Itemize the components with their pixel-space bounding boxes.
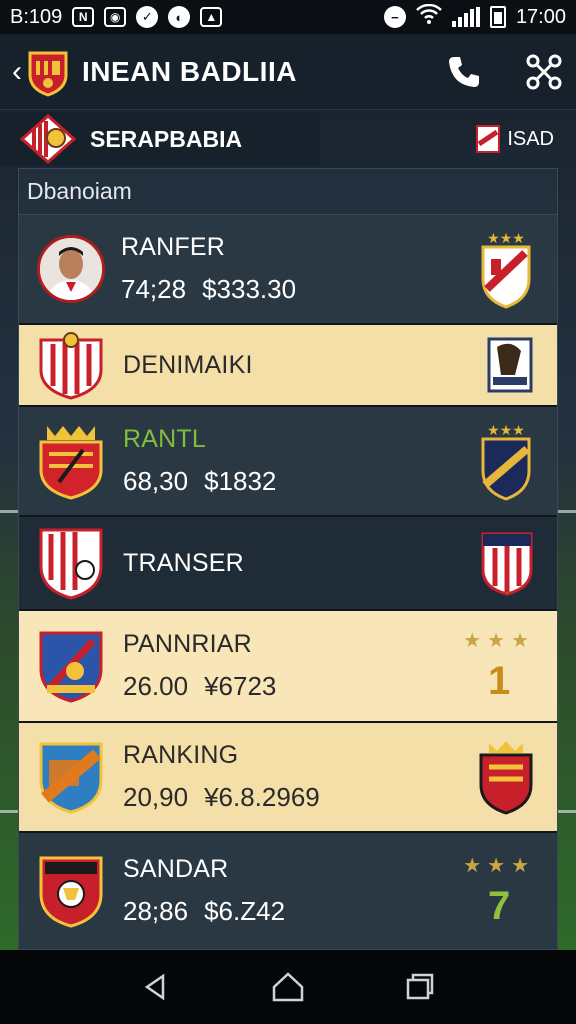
notification-icon: N xyxy=(72,7,95,27)
team-crest-icon xyxy=(39,528,103,600)
team-crest-icon xyxy=(39,631,103,703)
team-crest-icon xyxy=(481,532,533,596)
list-item[interactable]: RANTL 68,30 $1832 ★★★ xyxy=(19,407,557,517)
row-name: RANKING xyxy=(123,741,239,769)
team-crest-icon xyxy=(39,332,103,400)
panel-heading: Dbanoiam xyxy=(19,169,557,215)
cell-signal-icon xyxy=(451,7,480,27)
share-icon xyxy=(526,54,562,89)
back-arrow-icon[interactable]: ‹ xyxy=(12,56,22,87)
row-stat-value: ¥6723 xyxy=(204,671,277,701)
nav-back-button[interactable] xyxy=(136,967,176,1007)
social-notification-icon: ◐ xyxy=(168,6,191,28)
wifi-icon xyxy=(416,3,442,30)
app-notification-icon: ◉ xyxy=(104,7,127,27)
row-name: DENIMAIKI xyxy=(123,350,253,379)
list-item[interactable]: RANFER 74;28 $333.30 ★★★ xyxy=(19,215,557,325)
team-crest-icon: ★★★ xyxy=(481,423,531,501)
row-stat-value: ¥6.8.2969 xyxy=(204,782,320,812)
call-button[interactable] xyxy=(444,52,484,92)
row-stat-value: $6.Z42 xyxy=(204,896,286,926)
team-crest-icon xyxy=(479,741,533,815)
image-notification-icon: ▲ xyxy=(200,7,223,27)
ranking-panel: Dbanoiam RANFER 74;28 $333.30 ★★★ DENIMA… xyxy=(18,168,558,950)
app-title: INEAN BADLIIA xyxy=(82,55,297,87)
team-crest-icon xyxy=(20,114,76,164)
svg-text:★★★: ★★★ xyxy=(487,231,525,247)
team-crest-icon xyxy=(39,856,103,928)
list-item[interactable]: TRANSER xyxy=(19,517,557,611)
share-button[interactable] xyxy=(524,52,564,92)
rank-number: 7 xyxy=(487,884,511,928)
player-avatar xyxy=(37,235,105,303)
system-nav-bar xyxy=(0,950,576,1024)
nav-recents-button[interactable] xyxy=(400,967,440,1007)
team-crest-icon: ★★★ xyxy=(481,231,531,309)
sub-header-title: SERAPBABIA xyxy=(90,125,243,152)
row-stat-score: 26.00 xyxy=(123,671,189,701)
club-crest-icon xyxy=(28,51,68,97)
shield-notification-icon: ✓ xyxy=(136,6,159,28)
list-item[interactable]: RANKING 20,90 ¥6.8.2969 xyxy=(19,723,557,833)
team-crest-icon xyxy=(487,337,533,393)
sub-header-right-label: ISAD xyxy=(507,127,554,150)
status-left-text: B:109 xyxy=(10,5,63,28)
row-stat-score: 74;28 xyxy=(121,274,187,304)
rating-stars: ★★★ xyxy=(463,855,535,877)
svg-text:★★★: ★★★ xyxy=(487,423,525,439)
list-item[interactable]: SANDAR 28;86 $6.Z42 ★★★ 7 xyxy=(19,833,557,949)
sub-header: SERAPBABIA xyxy=(0,112,320,166)
rank-number: 1 xyxy=(487,659,511,703)
back-triangle-icon xyxy=(144,973,165,1001)
nav-home-button[interactable] xyxy=(268,967,308,1007)
row-name: RANTL xyxy=(123,425,206,453)
sub-header-right[interactable]: ISAD xyxy=(475,124,554,154)
row-name: RANFER xyxy=(121,233,225,261)
row-name: SANDAR xyxy=(123,855,229,883)
row-name: PANNRIAR xyxy=(123,630,252,658)
status-bar: B:109 N ◉ ✓ ◐ ▲ − 17:00 xyxy=(0,0,576,34)
row-stat-score: 20,90 xyxy=(123,782,189,812)
row-name: TRANSER xyxy=(123,548,244,577)
row-stat-value: $333.30 xyxy=(202,274,297,304)
row-stat-score: 28;86 xyxy=(123,896,189,926)
flag-crest-icon xyxy=(476,125,501,153)
do-not-disturb-icon: − xyxy=(383,6,406,28)
status-time: 17:00 xyxy=(515,5,566,28)
list-item[interactable]: DENIMAIKI xyxy=(19,325,557,407)
row-stat-score: 68,30 xyxy=(123,466,189,496)
row-stat-value: $1832 xyxy=(204,466,277,496)
list-item[interactable]: PANNRIAR 26.00 ¥6723 ★★★ 1 xyxy=(19,611,557,723)
team-crest-icon xyxy=(39,426,103,500)
rating-stars: ★★★ xyxy=(463,630,535,652)
home-icon xyxy=(272,972,304,1002)
team-crest-icon xyxy=(39,742,103,814)
battery-icon xyxy=(489,6,506,28)
recents-icon xyxy=(406,973,434,1000)
phone-icon xyxy=(449,56,479,87)
app-header: ‹ INEAN BADLIIA xyxy=(0,34,576,110)
